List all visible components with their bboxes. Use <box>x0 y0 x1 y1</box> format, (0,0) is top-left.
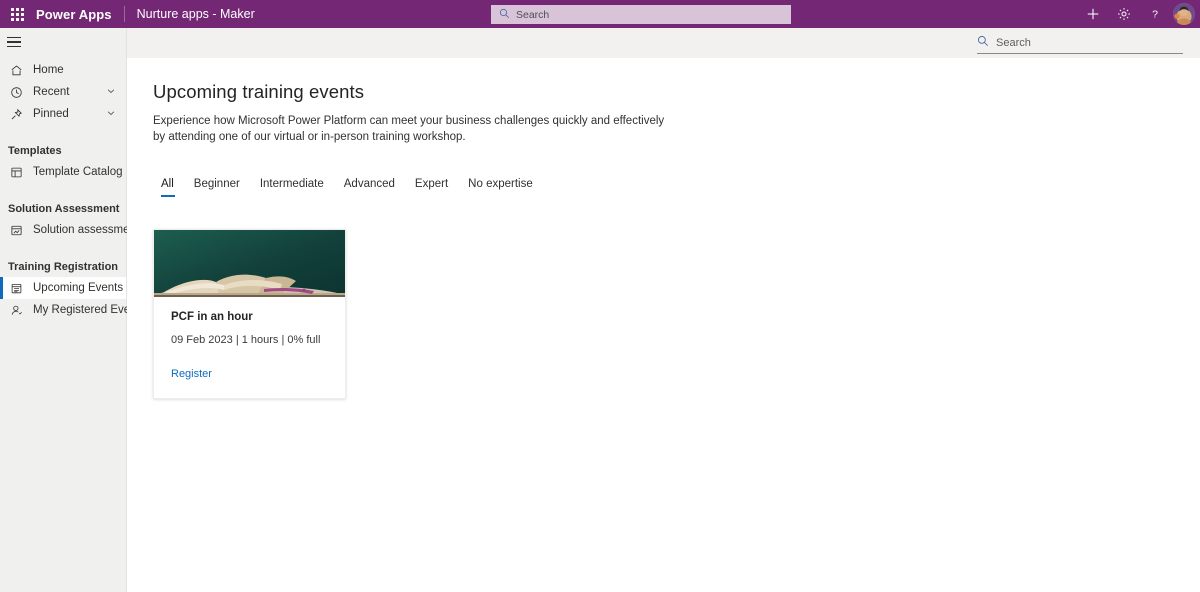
page-description: Experience how Microsoft Power Platform … <box>153 115 665 143</box>
sidebar-item-home[interactable]: Home <box>0 59 126 81</box>
app-title[interactable]: Nurture apps - Maker <box>137 7 255 21</box>
pin-icon <box>8 106 24 122</box>
tab-all[interactable]: All <box>153 178 184 197</box>
sidebar-item-upcoming-events[interactable]: Upcoming Events <box>0 277 126 299</box>
sidebar-item-recent[interactable]: Recent <box>0 81 126 103</box>
sidebar-item-solution-assessment[interactable]: Solution assessment <box>0 219 139 241</box>
tab-advanced[interactable]: Advanced <box>334 178 405 197</box>
main-content: Upcoming training events Experience how … <box>127 58 1200 592</box>
header-divider <box>123 6 125 22</box>
settings-button[interactable] <box>1108 0 1139 28</box>
content-search-box[interactable]: Search <box>977 32 1183 54</box>
app-launcher-icon <box>10 7 24 21</box>
app-launcher-button[interactable] <box>0 0 34 28</box>
event-card-body: PCF in an hour 09 Feb 2023 | 1 hours | 0… <box>154 297 345 398</box>
svg-text:?: ? <box>1152 9 1158 21</box>
expertise-filter-tabs: All Beginner Intermediate Advanced Exper… <box>153 171 1200 197</box>
tab-beginner[interactable]: Beginner <box>184 178 250 197</box>
calendar-events-icon <box>8 280 24 296</box>
chevron-down-icon[interactable] <box>106 86 116 99</box>
tab-intermediate[interactable]: Intermediate <box>250 178 334 197</box>
sidebar-item-label: Pinned <box>33 108 69 120</box>
search-icon <box>499 6 510 24</box>
sidebar: Home Recent Pinned Templates Template Ca… <box>0 28 146 592</box>
sidebar-item-pinned[interactable]: Pinned <box>0 103 126 125</box>
event-card-title: PCF in an hour <box>171 311 253 323</box>
event-card[interactable]: PCF in an hour 09 Feb 2023 | 1 hours | 0… <box>153 229 346 399</box>
person-icon <box>8 302 24 318</box>
app-header: Power Apps Nurture apps - Maker Search ? <box>0 0 1200 28</box>
tab-no-expertise[interactable]: No expertise <box>458 178 543 197</box>
sidebar-item-label: Home <box>33 64 64 76</box>
register-link[interactable]: Register <box>171 368 212 380</box>
event-card-grid: PCF in an hour 09 Feb 2023 | 1 hours | 0… <box>153 229 1200 399</box>
help-button[interactable]: ? <box>1139 0 1170 28</box>
header-actions: ? <box>1077 0 1200 28</box>
global-search-placeholder: Search <box>516 8 550 21</box>
sidebar-item-label: Solution assessment <box>33 224 140 236</box>
global-search-box[interactable]: Search <box>491 5 791 24</box>
search-icon <box>977 34 989 52</box>
brand-name[interactable]: Power Apps <box>36 7 112 22</box>
avatar-image <box>1173 3 1195 25</box>
content-search-placeholder: Search <box>996 36 1031 49</box>
sidebar-item-label: Recent <box>33 86 70 98</box>
catalog-icon <box>8 164 24 180</box>
clock-icon <box>8 84 24 100</box>
sidebar-item-label: Template Catalog <box>33 166 123 178</box>
assessment-icon <box>8 222 24 238</box>
sidebar-group-solution-assessment: Solution Assessment <box>8 203 120 215</box>
chevron-down-icon[interactable] <box>106 108 116 121</box>
new-button[interactable] <box>1077 0 1108 28</box>
event-card-meta: 09 Feb 2023 | 1 hours | 0% full <box>171 334 321 346</box>
sidebar-item-label: Upcoming Events <box>33 282 124 294</box>
sidebar-item-my-registered-events[interactable]: My Registered Events <box>0 299 146 321</box>
sidebar-group-training-registration: Training Registration <box>8 261 119 273</box>
sidebar-group-templates: Templates <box>8 145 62 157</box>
sidebar-item-template-catalog[interactable]: Template Catalog <box>0 161 126 183</box>
page-title: Upcoming training events <box>153 81 365 102</box>
hamburger-menu-icon <box>7 36 21 48</box>
tab-expert[interactable]: Expert <box>405 178 458 197</box>
open-book-illustration <box>154 274 345 297</box>
avatar[interactable] <box>1173 3 1195 25</box>
event-card-image <box>154 230 345 297</box>
command-bar: Search <box>127 28 1200 58</box>
sidebar-toggle-button[interactable] <box>0 28 127 56</box>
home-icon <box>8 62 24 78</box>
